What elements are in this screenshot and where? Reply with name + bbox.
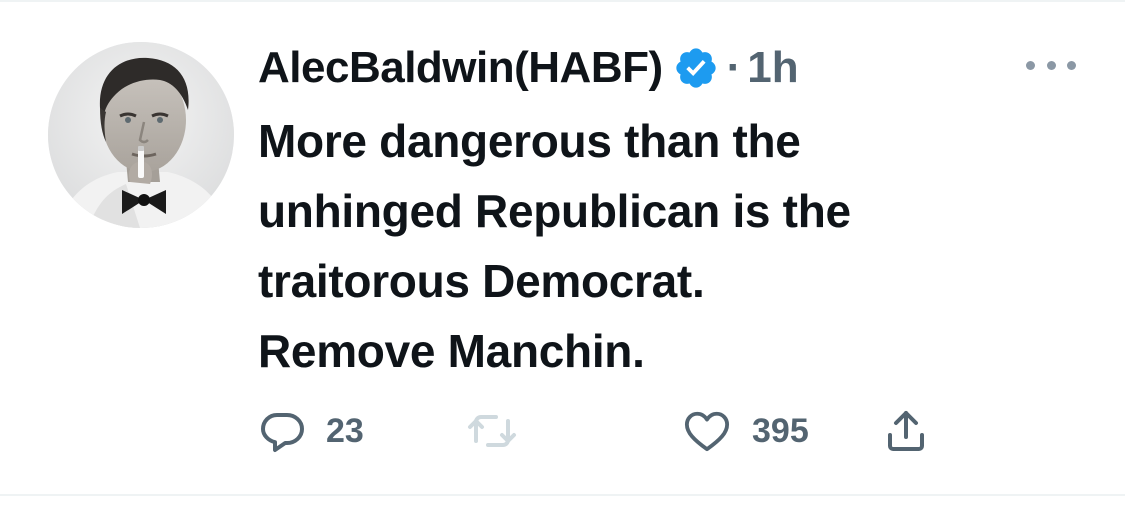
tweet-timestamp[interactable]: 1h — [747, 43, 798, 93]
reply-icon — [258, 407, 306, 455]
display-name[interactable]: AlecBaldwin(HABF) — [258, 43, 663, 93]
verified-badge-icon — [673, 45, 719, 91]
share-icon — [882, 407, 930, 455]
tweet-text: More dangerous than the unhinged Republi… — [258, 106, 1018, 386]
reply-count: 23 — [326, 411, 364, 450]
tweet-text-line: More dangerous than the — [258, 115, 801, 167]
tweet-text-line: traitorous Democrat. — [258, 255, 705, 307]
like-button[interactable]: 395 — [682, 404, 809, 458]
bottom-divider — [0, 494, 1125, 496]
tweet-text-line: Remove Manchin. — [258, 325, 645, 377]
header-separator: · — [726, 43, 742, 92]
more-horizontal-icon[interactable] — [1026, 50, 1076, 80]
retweet-icon — [466, 407, 518, 455]
tweet-text-line: unhinged Republican is the — [258, 185, 851, 237]
heart-icon — [682, 408, 732, 454]
reply-button[interactable]: 23 — [258, 404, 364, 458]
retweet-button[interactable] — [466, 404, 518, 458]
avatar[interactable] — [48, 42, 234, 228]
like-count: 395 — [752, 411, 809, 450]
tweet-header: AlecBaldwin(HABF) · 1h — [258, 38, 799, 98]
share-button[interactable] — [882, 404, 930, 458]
avatar-portrait-image — [48, 42, 234, 228]
top-divider — [0, 0, 1125, 2]
